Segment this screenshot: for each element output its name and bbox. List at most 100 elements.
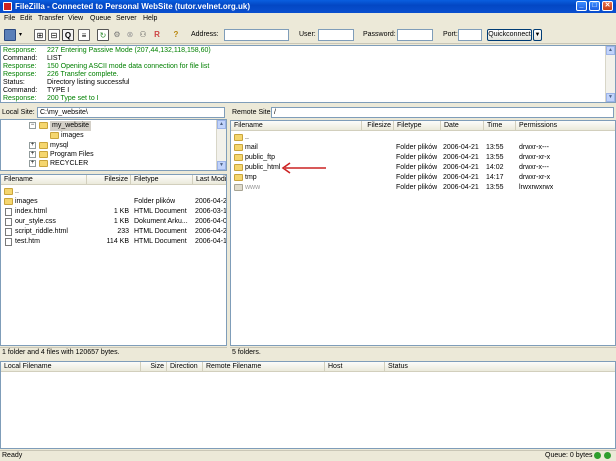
column-header-permissions[interactable]: Permissions <box>516 121 615 131</box>
local-tree[interactable]: − my_website images + mysql + Program Fi… <box>0 119 227 171</box>
message-log-icon[interactable]: Q <box>62 29 74 41</box>
file-name: script_riddle.html <box>15 228 68 235</box>
scroll-down-icon[interactable]: ▼ <box>217 161 226 170</box>
disconnect-icon[interactable]: ⚇ <box>137 29 149 41</box>
menu-transfer[interactable]: Transfer <box>38 15 64 22</box>
remote-file-row[interactable]: mail Folder plików 2006-04-21 13:55 drwx… <box>231 143 615 153</box>
remote-tree-icon[interactable]: ⊟ <box>48 29 60 41</box>
log-scrollbar[interactable]: ▲ ▼ <box>605 46 615 102</box>
file-type: Folder plików <box>134 198 176 205</box>
tree-expand-icon[interactable]: + <box>29 160 36 167</box>
menu-file[interactable]: File <box>4 15 15 22</box>
status-light-icon <box>594 452 601 459</box>
tree-item-label: images <box>61 132 84 139</box>
menu-server[interactable]: Server <box>116 15 137 22</box>
file-row[interactable]: images Folder plików 2006-04-21 <box>1 197 226 207</box>
address-input[interactable] <box>224 29 289 41</box>
file-time: 14:02 <box>486 164 504 171</box>
minimize-button[interactable]: _ <box>576 1 587 11</box>
column-header-filesize[interactable]: Filesize <box>362 121 394 131</box>
log-message: 226 Transfer complete. <box>47 71 119 78</box>
port-input[interactable] <box>458 29 482 41</box>
log-message: LIST <box>47 55 62 62</box>
column-header-local-filename[interactable]: Local Filename <box>1 362 141 372</box>
scroll-down-icon[interactable]: ▼ <box>606 93 615 102</box>
file-row[interactable]: .. <box>1 187 226 197</box>
menu-queue[interactable]: Queue <box>90 15 111 22</box>
scroll-up-icon[interactable]: ▲ <box>217 120 226 129</box>
file-row[interactable]: our_style.css 1 KB Dokument Arku... 2006… <box>1 217 227 227</box>
file-size: 233 <box>117 228 129 235</box>
column-header-direction[interactable]: Direction <box>167 362 203 372</box>
tree-item-recycler[interactable]: + RECYCLER <box>1 159 217 169</box>
tree-expand-icon[interactable]: + <box>29 151 36 158</box>
site-manager-icon[interactable] <box>4 29 16 41</box>
queue-icon[interactable]: ≡ <box>78 29 90 41</box>
quickconnect-dropdown-icon[interactable]: ▼ <box>533 29 542 41</box>
close-button[interactable]: ✕ <box>602 1 613 11</box>
column-header-filesize[interactable]: Filesize <box>87 175 131 185</box>
menu-help[interactable]: Help <box>143 15 157 22</box>
remote-file-list[interactable]: Filename Filesize Filetype Date Time Per… <box>230 120 616 346</box>
remote-site-input[interactable]: / <box>271 107 614 118</box>
remote-file-row[interactable]: www Folder plików 2006-04-21 13:55 lrwxr… <box>231 183 615 193</box>
tree-collapse-icon[interactable]: − <box>29 122 36 129</box>
tree-item-images[interactable]: images <box>1 131 217 141</box>
file-date: 2006-04-1 <box>195 238 227 245</box>
tree-item-label: my_website <box>50 121 91 131</box>
column-header-filename[interactable]: Filename <box>1 175 87 185</box>
file-row[interactable]: script_riddle.html 233 HTML Document 200… <box>1 227 227 237</box>
local-tree-scrollbar[interactable]: ▲ ▼ <box>216 120 226 170</box>
column-header-size[interactable]: Size <box>141 362 167 372</box>
process-queue-icon[interactable]: ⚙ <box>111 29 123 41</box>
remote-file-row[interactable]: .. <box>231 133 615 143</box>
dropdown-arrow-icon[interactable]: ▾ <box>17 29 24 41</box>
column-header-filetype[interactable]: Filetype <box>394 121 441 131</box>
file-name: .. <box>15 188 19 195</box>
remote-status: 5 folders. <box>230 347 616 358</box>
column-header-last-modified[interactable]: Last Modif <box>193 175 226 185</box>
local-file-list[interactable]: Filename Filesize Filetype Last Modif ..… <box>0 174 227 346</box>
column-header-date[interactable]: Date <box>441 121 484 131</box>
menu-edit[interactable]: Edit <box>20 15 32 22</box>
quickconnect-button[interactable]: Quickconnect <box>487 29 532 41</box>
refresh-icon[interactable]: ↻ <box>97 29 109 41</box>
file-size: 1 KB <box>113 218 129 225</box>
help-icon[interactable]: ? <box>170 29 182 41</box>
log-message: TYPE I <box>47 87 70 94</box>
css-file-icon <box>5 218 12 226</box>
file-date: 2006-04-2 <box>195 228 227 235</box>
message-log[interactable]: Response: 227 Entering Passive Mode (207… <box>0 45 616 103</box>
tree-expand-icon[interactable]: + <box>29 142 36 149</box>
file-name: .. <box>245 134 249 141</box>
status-bar: Ready Queue: 0 bytes <box>0 450 616 461</box>
column-header-filename[interactable]: Filename <box>231 121 362 131</box>
column-header-time[interactable]: Time <box>484 121 516 131</box>
column-header-remote-filename[interactable]: Remote Filename <box>203 362 325 372</box>
column-header-status[interactable]: Status <box>385 362 615 372</box>
tree-item-my-website[interactable]: − my_website <box>1 121 217 131</box>
maximize-button[interactable]: □ <box>589 1 600 11</box>
scroll-up-icon[interactable]: ▲ <box>606 46 615 55</box>
column-header-filetype[interactable]: Filetype <box>131 175 193 185</box>
password-input[interactable] <box>397 29 433 41</box>
folder-icon <box>234 174 243 181</box>
file-date: 2006-03-1 <box>195 208 227 215</box>
html-file-icon <box>5 238 12 246</box>
user-input[interactable] <box>318 29 354 41</box>
menu-bar: File Edit Transfer View Queue Server Hel… <box>0 13 616 25</box>
local-site-input[interactable]: C:\my_website\ <box>37 107 225 118</box>
menu-view[interactable]: View <box>68 15 83 22</box>
file-type: Folder plików <box>396 174 438 181</box>
cancel-icon[interactable]: ⊗ <box>124 29 136 41</box>
reconnect-icon[interactable]: R <box>151 29 163 41</box>
column-header-host[interactable]: Host <box>325 362 385 372</box>
file-type: Folder plików <box>396 154 438 161</box>
local-tree-icon[interactable]: ⊞ <box>34 29 46 41</box>
file-row[interactable]: index.html 1 KB HTML Document 2006-03-1 <box>1 207 227 217</box>
file-row[interactable]: test.htm 114 KB HTML Document 2006-04-1 <box>1 237 227 247</box>
file-date: 2006-04-21 <box>443 174 479 181</box>
remote-file-row[interactable]: tmp Folder plików 2006-04-21 14:17 drwxr… <box>231 173 615 183</box>
file-date: 2006-04-0 <box>195 218 227 225</box>
transfer-queue[interactable]: Local Filename Size Direction Remote Fil… <box>0 361 616 449</box>
